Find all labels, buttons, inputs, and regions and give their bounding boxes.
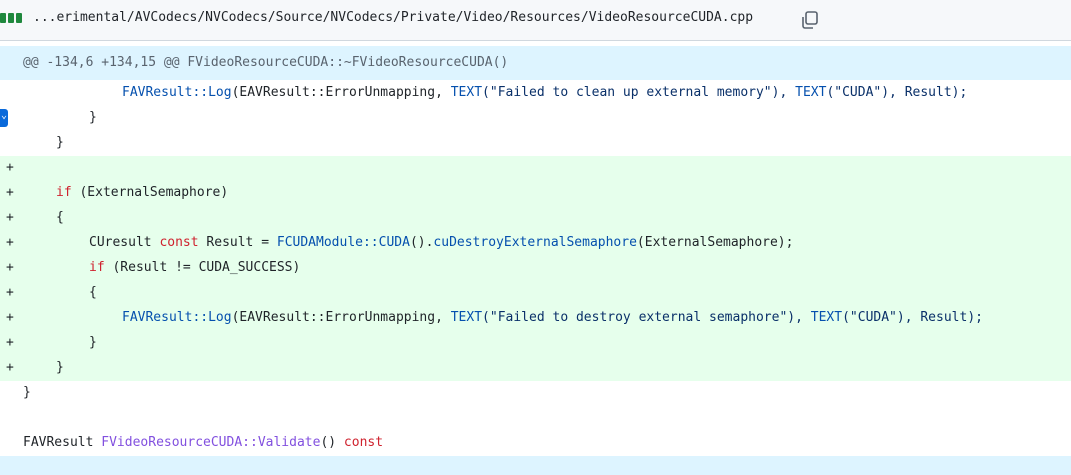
line-marker: + [6, 310, 14, 325]
code-text: { [56, 210, 64, 225]
code-text: { [89, 285, 97, 300]
code-line: } [0, 106, 1071, 131]
line-marker: + [6, 160, 14, 175]
line-marker: + [6, 335, 14, 350]
line-marker: + [6, 260, 14, 275]
code-text: CUresult const Result = FCUDAModule::CUD… [89, 235, 794, 250]
code-line-added: + } [0, 356, 1071, 381]
hunk-header-text: @@ -134,6 +134,15 @@ FVideoResourceCUDA:… [23, 55, 509, 70]
code-line-added: + { [0, 206, 1071, 231]
file-path[interactable]: ...erimental/AVCodecs/NVCodecs/Source/NV… [33, 10, 753, 25]
diff-stat-bars [0, 13, 22, 23]
code-line-added: + [0, 156, 1071, 181]
code-line: FAVResult::Log(EAVResult::ErrorUnmapping… [0, 81, 1071, 106]
line-marker: + [6, 210, 14, 225]
line-marker: + [6, 285, 14, 300]
code-line-added: + if (Result != CUDA_SUCCESS) [0, 256, 1071, 281]
file-header: ...erimental/AVCodecs/NVCodecs/Source/NV… [0, 0, 1071, 41]
line-marker: + [6, 360, 14, 375]
code-line: } [0, 131, 1071, 156]
code-line-added: + FAVResult::Log(EAVResult::ErrorUnmappi… [0, 306, 1071, 331]
code-text: FAVResult FVideoResourceCUDA::Validate()… [23, 435, 384, 450]
code-text: FAVResult::Log(EAVResult::ErrorUnmapping… [122, 85, 968, 100]
code-text: } [89, 110, 97, 125]
code-text: FAVResult::Log(EAVResult::ErrorUnmapping… [122, 310, 983, 325]
code-line-added: + CUresult const Result = FCUDAModule::C… [0, 231, 1071, 256]
code-line-added: + if (ExternalSemaphore) [0, 181, 1071, 206]
diff-view: ...erimental/AVCodecs/NVCodecs/Source/NV… [0, 0, 1071, 475]
hunk-expander[interactable] [0, 456, 1071, 475]
code-text: if (Result != CUDA_SUCCESS) [89, 260, 301, 275]
code-text: } [56, 135, 64, 150]
code-text: if (ExternalSemaphore) [56, 185, 229, 200]
diff-stat-bar [0, 13, 6, 23]
diff-stat-bar [8, 13, 14, 23]
diff-stat-bar [16, 13, 22, 23]
hunk-header: @@ -134,6 +134,15 @@ FVideoResourceCUDA:… [0, 46, 1071, 80]
copy-icon[interactable] [799, 9, 821, 31]
code-line-added: + { [0, 281, 1071, 306]
code-line: FAVResult FVideoResourceCUDA::Validate()… [0, 431, 1071, 456]
code-text: } [89, 335, 97, 350]
code-line-added: + } [0, 331, 1071, 356]
code-line: } [0, 381, 1071, 406]
line-marker: + [6, 235, 14, 250]
code-text: } [23, 385, 31, 400]
code-text: } [56, 360, 64, 375]
line-marker: + [6, 185, 14, 200]
